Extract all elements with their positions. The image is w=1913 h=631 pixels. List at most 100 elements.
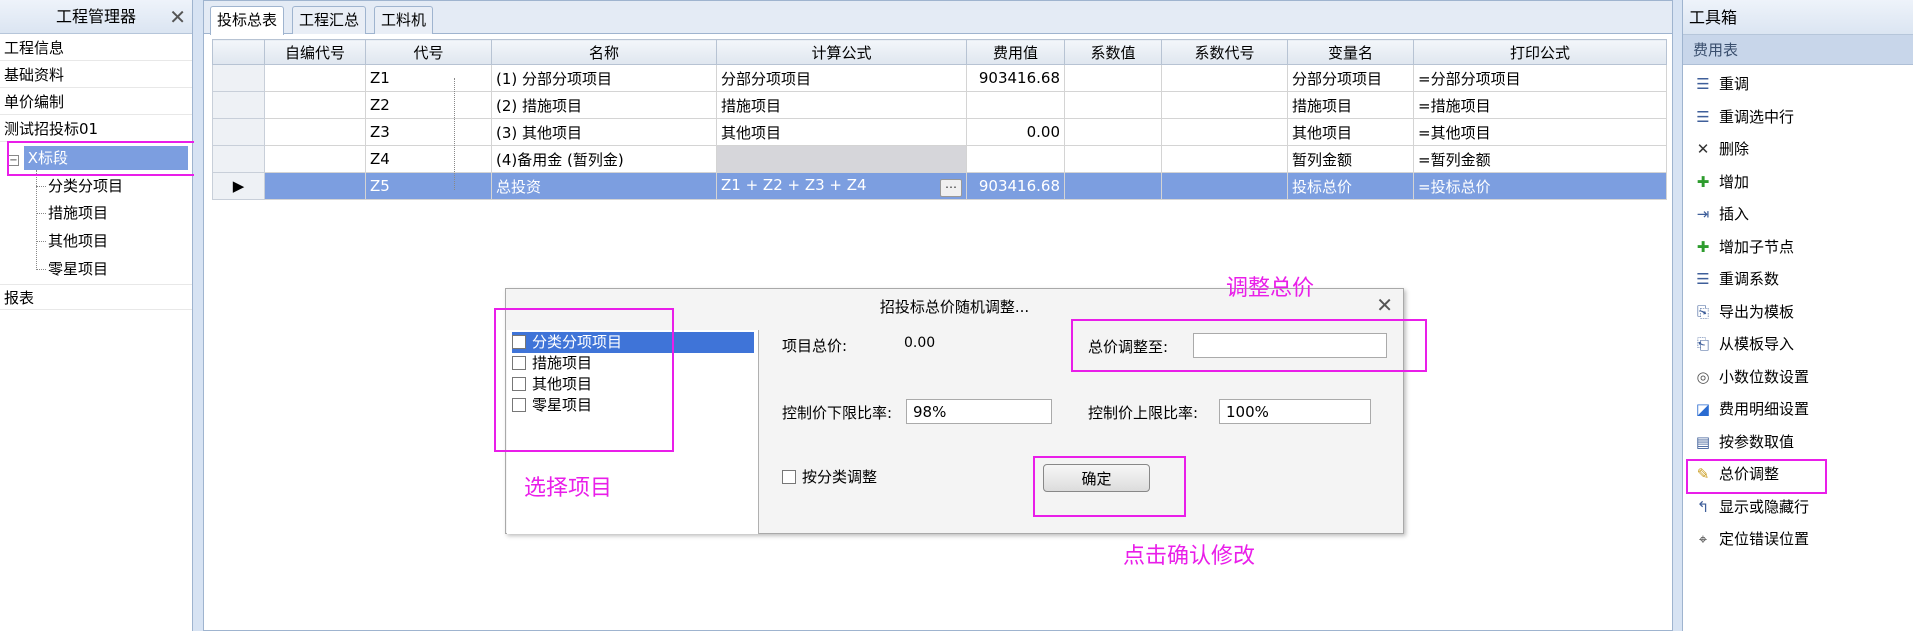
cell-formula[interactable]: 分部分项项目 [716,64,967,92]
left-splitter[interactable] [194,0,203,631]
close-icon[interactable]: ✕ [169,0,186,34]
cell-custom-code[interactable] [264,172,366,200]
cell-name[interactable]: 总投资 [491,172,717,200]
tree-item-project-info[interactable]: 工程信息 [0,35,192,61]
cell-coef[interactable] [1064,91,1162,119]
column-header[interactable]: 系数代号 [1161,39,1288,65]
cell-name[interactable]: (1) 分部分项项目 [491,64,717,92]
cell-print[interactable]: =其他项目 [1413,118,1667,146]
table-row[interactable]: Z4 (4)备用金 (暂列金) 暂列金额 =暂列金额 [212,145,1667,173]
tool-recalc[interactable]: ☰ 重调 [1693,70,1749,98]
cell-coef-code[interactable] [1161,118,1288,146]
cell-print[interactable]: =分部分项项目 [1413,64,1667,92]
cell-custom-code[interactable] [264,64,366,92]
ellipsis-button[interactable]: ⋯ [940,178,962,197]
right-splitter[interactable] [1673,0,1682,631]
cell-custom-code[interactable] [264,118,366,146]
cell-value[interactable] [966,91,1065,119]
cell-custom-code[interactable] [264,145,366,173]
checkbox[interactable] [782,470,796,484]
cell-var[interactable]: 其他项目 [1287,118,1414,146]
tree-item-basic-data[interactable]: 基础资料 [0,62,192,88]
table-row[interactable]: Z1 (1) 分部分项项目 分部分项项目 903416.68 分部分项项目 =分… [212,64,1667,92]
cell-print[interactable]: =措施项目 [1413,91,1667,119]
tool-delete[interactable]: ✕ 删除 [1693,135,1749,163]
column-header[interactable]: 计算公式 [716,39,967,65]
tool-recalc-selected[interactable]: ☰ 重调选中行 [1693,103,1794,131]
cell-name[interactable]: (3) 其他项目 [491,118,717,146]
cell-name[interactable]: (4)备用金 (暂列金) [491,145,717,173]
column-header[interactable]: 名称 [491,39,717,65]
cell-value[interactable]: 903416.68 [966,172,1065,200]
tool-toggle-rows[interactable]: ↰ 显示或隐藏行 [1693,493,1809,521]
cell-print[interactable]: =投标总价 [1413,172,1667,200]
cell-custom-code[interactable] [264,91,366,119]
cell-coef-code[interactable] [1161,64,1288,92]
tool-add[interactable]: ✚ 增加 [1693,168,1749,196]
toolbox-section-header[interactable]: 费用表 [1683,35,1913,65]
cell-value[interactable]: 0.00 [966,118,1065,146]
cell-formula[interactable]: 措施项目 [716,91,967,119]
cell-code[interactable]: Z3 [365,118,492,146]
column-header[interactable]: 费用值 [966,39,1065,65]
tree-item-test-project[interactable]: 测试招投标01 [0,116,192,142]
tool-fee-detail[interactable]: ◪ 费用明细设置 [1693,395,1809,423]
cell-formula[interactable]: 其他项目 [716,118,967,146]
cell-coef-code[interactable] [1161,91,1288,119]
table-row[interactable]: Z2 (2) 措施项目 措施项目 措施项目 =措施项目 [212,91,1667,119]
column-header[interactable]: 打印公式 [1413,39,1667,65]
cell-coef-code[interactable] [1161,172,1288,200]
row-header[interactable] [212,91,265,119]
cell-print[interactable]: =暂列金额 [1413,145,1667,173]
cell-code[interactable]: Z1 [365,64,492,92]
tool-recalc-coef[interactable]: ☰ 重调系数 [1693,265,1779,293]
row-header[interactable] [212,64,265,92]
table-row[interactable]: Z3 (3) 其他项目 其他项目 0.00 其他项目 =其他项目 [212,118,1667,146]
cell-code[interactable]: Z4 [365,145,492,173]
cell-coef-code[interactable] [1161,145,1288,173]
tool-add-child[interactable]: ✚ 增加子节点 [1693,233,1794,261]
tool-import-template[interactable]: ⎗ 从模板导入 [1693,330,1794,358]
upper-ratio-input[interactable] [1219,399,1371,424]
tool-decimal-settings[interactable]: ◎ 小数位数设置 [1693,363,1809,391]
cell-var[interactable]: 暂列金额 [1287,145,1414,173]
current-row-indicator[interactable]: ▶ [212,172,265,200]
tool-locate-error[interactable]: ⌖ 定位错误位置 [1693,525,1809,553]
cell-name[interactable]: (2) 措施项目 [491,91,717,119]
by-category-option[interactable]: 按分类调整 [782,466,877,487]
tab-project-summary[interactable]: 工程汇总 [292,6,367,34]
tab-bid-summary[interactable]: 投标总表 [210,6,285,35]
tool-export-template[interactable]: ⎘ 导出为模板 [1693,298,1794,326]
cell-value[interactable] [966,145,1065,173]
tree-item-category[interactable]: 分类分项目 [0,173,192,199]
cell-value[interactable]: 903416.68 [966,64,1065,92]
tab-materials[interactable]: 工料机 [374,6,434,34]
cell-coef[interactable] [1064,118,1162,146]
column-header[interactable]: 变量名 [1287,39,1414,65]
tree-item-misc[interactable]: 零星项目 [0,256,192,282]
column-header[interactable]: 自编代号 [264,39,366,65]
tree-item-reports[interactable]: 报表 [0,284,192,310]
row-header[interactable] [212,145,265,173]
cell-var[interactable]: 措施项目 [1287,91,1414,119]
tree-item-measures[interactable]: 措施项目 [0,200,192,226]
cell-coef[interactable] [1064,172,1162,200]
column-header[interactable]: 系数值 [1064,39,1162,65]
cell-coef[interactable] [1064,64,1162,92]
cell-var[interactable]: 分部分项项目 [1287,64,1414,92]
cell-coef[interactable] [1064,145,1162,173]
cell-formula[interactable]: Z1 + Z2 + Z3 + Z4 ⋯ [716,172,967,200]
row-header[interactable] [212,118,265,146]
close-icon[interactable]: ✕ [1376,293,1393,317]
lower-ratio-input[interactable] [906,399,1052,424]
tool-param-value[interactable]: ▤ 按参数取值 [1693,428,1794,456]
cell-formula[interactable] [716,145,967,173]
column-header[interactable]: 代号 [365,39,492,65]
table-row-selected[interactable]: ▶ Z5 总投资 Z1 + Z2 + Z3 + Z4 ⋯ 903416.68 投标… [212,172,1667,200]
tree-item-other[interactable]: 其他项目 [0,228,192,254]
cell-var[interactable]: 投标总价 [1287,172,1414,200]
tool-insert[interactable]: ⇥ 插入 [1693,200,1749,228]
cell-code[interactable]: Z2 [365,91,492,119]
cell-code[interactable]: Z5 [365,172,492,200]
tree-item-unit-price[interactable]: 单价编制 [0,89,192,115]
